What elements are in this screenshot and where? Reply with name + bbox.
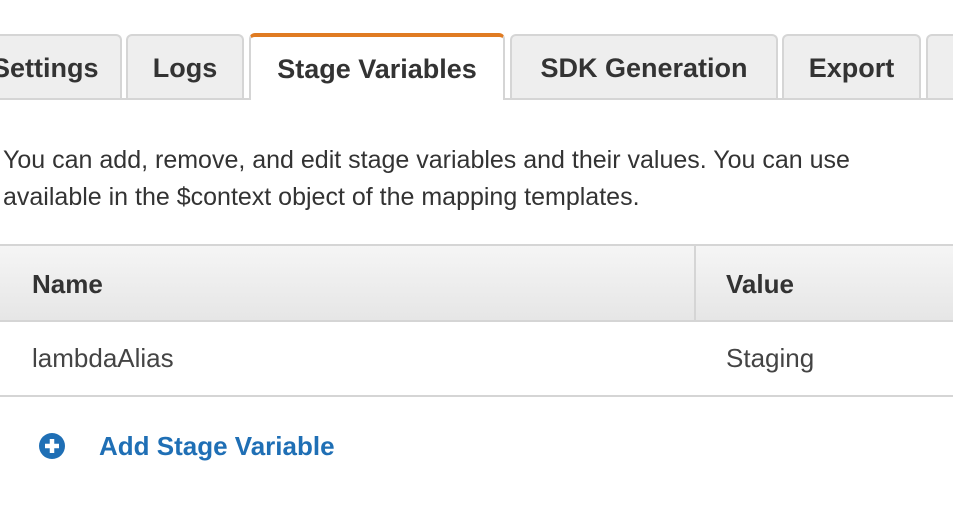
plus-circle-icon [39, 433, 65, 459]
column-header-name[interactable]: Name [32, 246, 103, 322]
tab-export[interactable]: Export [782, 34, 921, 98]
variable-value-cell[interactable]: Staging [726, 322, 814, 395]
tab-stage-variables[interactable]: Stage Variables [249, 33, 505, 100]
tab-overflow[interactable] [926, 34, 953, 98]
table-row[interactable]: lambdaAlias Staging [0, 322, 953, 397]
column-header-value[interactable]: Value [726, 246, 794, 322]
tab-logs[interactable]: Logs [126, 34, 244, 98]
stage-variables-description: You can add, remove, and edit stage vari… [3, 142, 953, 216]
add-stage-variable-label: Add Stage Variable [99, 430, 335, 461]
description-line-2: available in the $context object of the … [3, 183, 640, 211]
description-line-1: You can add, remove, and edit stage vari… [3, 146, 850, 174]
tab-settings[interactable]: Settings [0, 34, 122, 98]
add-stage-variable-button[interactable]: Add Stage Variable [38, 426, 335, 466]
column-divider [694, 246, 696, 322]
tab-bar: Settings Logs Stage Variables SDK Genera… [0, 0, 953, 100]
stage-variables-table: Name Value lambdaAlias Staging [0, 244, 953, 397]
tab-sdk-generation[interactable]: SDK Generation [510, 34, 778, 98]
variable-name-cell[interactable]: lambdaAlias [32, 322, 174, 395]
table-header: Name Value [0, 244, 953, 322]
stage-editor-page: Settings Logs Stage Variables SDK Genera… [0, 0, 953, 516]
